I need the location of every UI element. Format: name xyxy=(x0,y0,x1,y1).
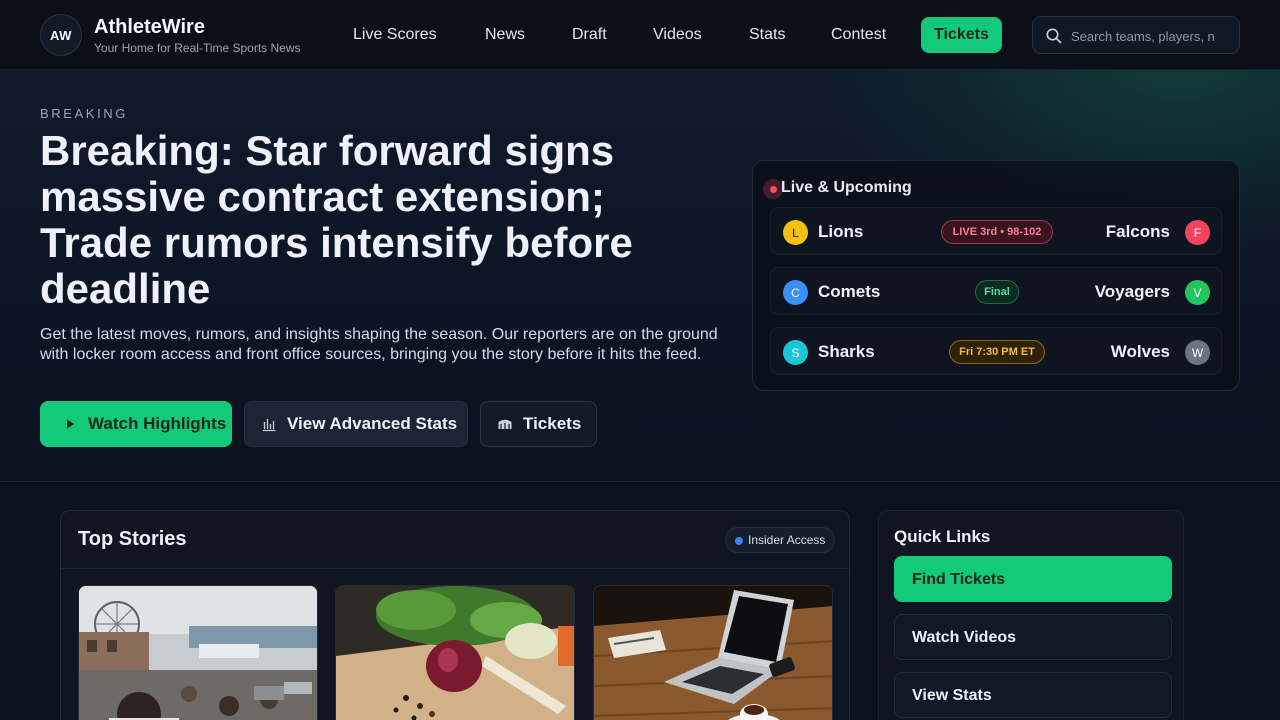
hero-description: Get the latest moves, rumors, and insigh… xyxy=(40,326,718,363)
insider-access-label: Insider Access xyxy=(748,533,826,547)
nav-item-news[interactable]: News xyxy=(472,17,538,53)
story-card-image[interactable] xyxy=(593,585,833,720)
view-advanced-stats-label: View Advanced Stats xyxy=(287,414,458,433)
team-badge-voyagers: V xyxy=(1185,280,1210,305)
team-name-away: Falcons xyxy=(1105,222,1170,241)
status-badge-live: LIVE 3rd • 98-102 xyxy=(941,220,1053,244)
headline[interactable]: Breaking: Star forward signs massive con… xyxy=(40,128,720,312)
nav-item-draft[interactable]: Draft xyxy=(559,17,620,53)
hero-section: BREAKING Breaking: Star forward signs ma… xyxy=(0,70,1280,482)
tickets-label: Tickets xyxy=(523,414,582,433)
game-row[interactable]: S Sharks Fri 7:30 PM ET Wolves W xyxy=(770,327,1222,375)
quick-links-panel: Quick Links Find Tickets Watch Videos Vi… xyxy=(878,510,1184,720)
top-navigation-bar: AW AthleteWire Your Home for Real-Time S… xyxy=(0,0,1280,70)
breaking-label: BREAKING xyxy=(40,106,128,121)
nav-item-videos[interactable]: Videos xyxy=(640,17,715,53)
team-badge-comets: C xyxy=(783,280,808,305)
watch-highlights-button[interactable]: Watch Highlights xyxy=(40,401,232,447)
find-tickets-link[interactable]: Find Tickets xyxy=(894,556,1172,602)
status-badge-final: Final xyxy=(975,280,1019,304)
nav-item-tickets[interactable]: Tickets xyxy=(921,17,1002,53)
nav-item-stats[interactable]: Stats xyxy=(736,17,798,53)
search-box[interactable] xyxy=(1032,16,1240,54)
live-upcoming-panel: Live & Upcoming L Lions LIVE 3rd • 98-10… xyxy=(752,160,1240,391)
team-name-home: Lions xyxy=(818,222,864,241)
team-name-away: Voyagers xyxy=(1094,282,1170,301)
game-row[interactable]: L Lions LIVE 3rd • 98-102 Falcons F xyxy=(770,207,1222,255)
team-badge-sharks: S xyxy=(783,340,808,365)
brand-tagline: Your Home for Real-Time Sports News xyxy=(94,41,301,55)
top-stories-title: Top Stories xyxy=(78,528,187,550)
team-name-home: Comets xyxy=(818,282,881,301)
view-advanced-stats-button[interactable]: View Advanced Stats xyxy=(244,401,468,447)
vegetables-photo xyxy=(336,586,574,720)
stadium-icon xyxy=(498,419,512,429)
play-icon xyxy=(67,419,74,429)
insider-access-badge: Insider Access xyxy=(725,527,835,553)
team-badge-lions: L xyxy=(783,220,808,245)
divider xyxy=(61,568,849,569)
story-card-image[interactable] xyxy=(78,585,318,720)
brand-logo[interactable]: AW xyxy=(40,14,82,56)
team-badge-wolves: W xyxy=(1185,340,1210,365)
search-icon xyxy=(1046,28,1062,44)
nav-item-live-scores[interactable]: Live Scores xyxy=(340,17,450,53)
quick-links-title: Quick Links xyxy=(894,527,991,546)
team-name-away: Wolves xyxy=(1110,342,1170,361)
team-name-home: Sharks xyxy=(818,342,875,361)
tickets-button[interactable]: Tickets xyxy=(480,401,597,447)
status-badge-upcoming: Fri 7:30 PM ET xyxy=(949,340,1045,364)
live-indicator xyxy=(763,179,783,199)
brand-name[interactable]: AthleteWire xyxy=(94,16,205,39)
team-badge-falcons: F xyxy=(1185,220,1210,245)
boardwalk-photo xyxy=(79,586,317,720)
bar-chart-icon xyxy=(263,419,276,432)
view-stats-link[interactable]: View Stats xyxy=(894,672,1172,718)
laptop-photo xyxy=(594,586,832,720)
watch-videos-link[interactable]: Watch Videos xyxy=(894,614,1172,660)
top-stories-panel: Top Stories Insider Access xyxy=(60,510,850,720)
nav-item-contest[interactable]: Contest xyxy=(818,17,899,53)
insider-dot-icon xyxy=(735,537,743,545)
live-panel-title: Live & Upcoming xyxy=(781,179,912,196)
game-row[interactable]: C Comets Final Voyagers V xyxy=(770,267,1222,315)
watch-highlights-label: Watch Highlights xyxy=(88,414,227,433)
search-input[interactable] xyxy=(1071,25,1217,47)
story-card-image[interactable] xyxy=(335,585,575,720)
